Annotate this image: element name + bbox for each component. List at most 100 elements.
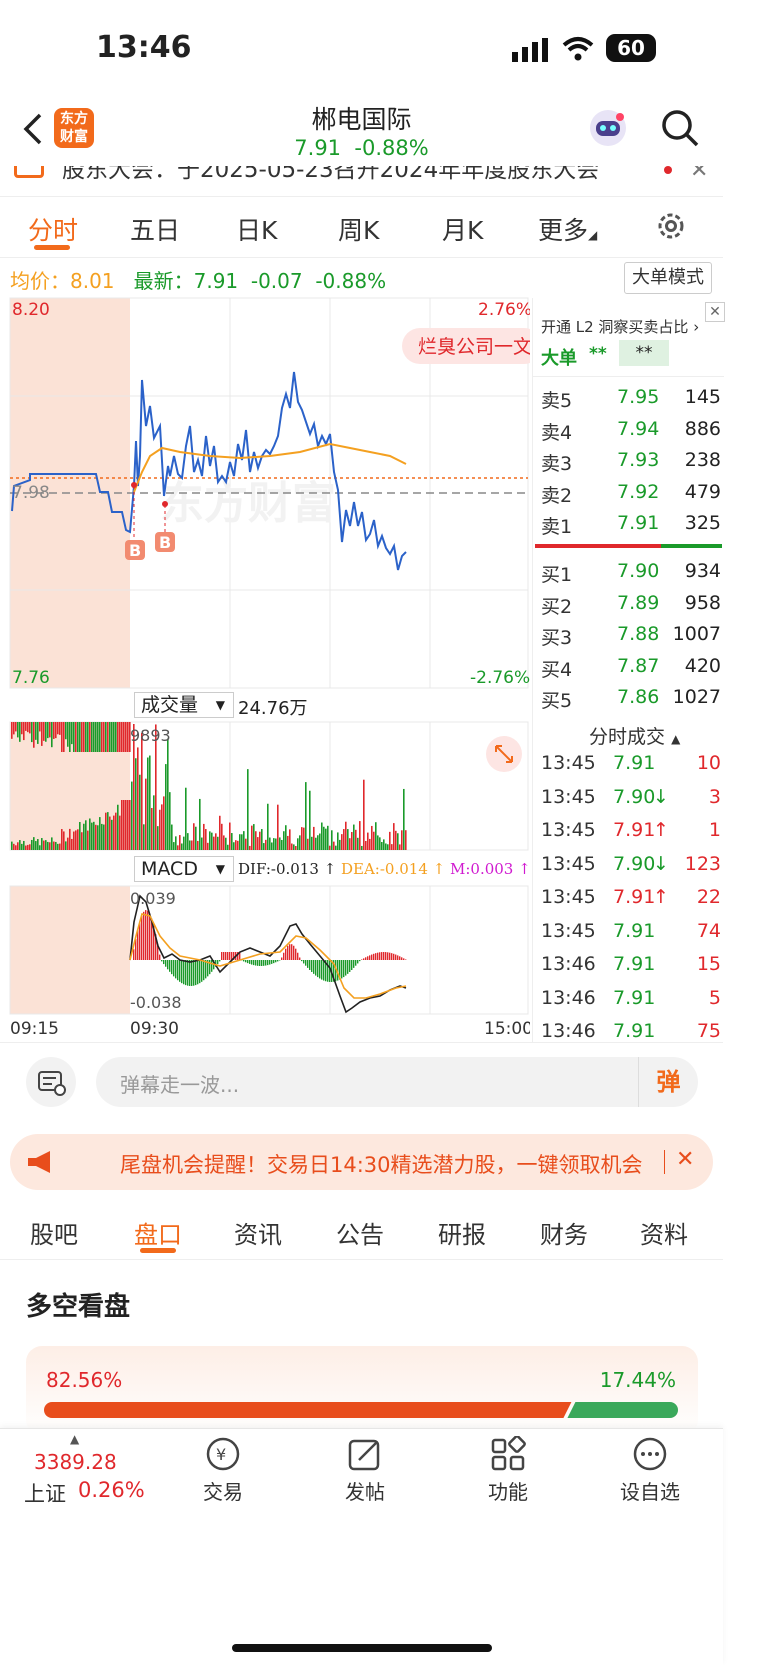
danmaku-send-label: 弹	[656, 1068, 681, 1096]
ask-row: 卖5 7.95 145	[541, 386, 741, 416]
tab-more[interactable]: 更多◢	[538, 211, 597, 247]
tab-weekly-k[interactable]: 周K	[338, 211, 379, 247]
danmaku-settings-icon[interactable]	[26, 1057, 76, 1107]
volume-bar	[97, 722, 99, 752]
volume-bar	[377, 835, 379, 850]
dea-value: DEA:-0.014	[341, 860, 428, 878]
wifi-icon	[562, 36, 594, 66]
volume-bar	[69, 722, 71, 752]
l2-promo[interactable]: 开通 L2 洞察买卖占比 ›	[541, 316, 699, 337]
tab-guba[interactable]: 股吧	[30, 1215, 78, 1250]
ask-price: 7.93	[617, 449, 660, 471]
hot-topic-text: 烂臭公司一文	[418, 336, 530, 358]
volume-bar	[65, 841, 67, 850]
latest-label: 最新：	[133, 269, 194, 293]
volume-bar	[381, 842, 383, 850]
volume-bar	[109, 816, 111, 850]
tick-row: 13:45 7.90 ↓ 123	[541, 853, 741, 883]
volume-bar	[211, 832, 213, 850]
volume-bar	[15, 722, 17, 732]
bid-row: 买1 7.90 934	[541, 560, 741, 590]
volume-bar	[325, 828, 327, 850]
notice-icon	[14, 166, 44, 178]
volume-bar	[97, 825, 99, 850]
macd-bar	[219, 960, 221, 962]
macd-bar	[353, 960, 355, 968]
volume-selector[interactable]: 成交量 ▼	[134, 692, 234, 718]
volume-bar	[39, 722, 41, 732]
tab-profile[interactable]: 资料	[640, 1215, 688, 1250]
tick-row: 13:45 7.91 10	[541, 752, 741, 782]
robot-avatar-icon[interactable]	[588, 108, 628, 152]
nav-post[interactable]: 发帖	[320, 1436, 410, 1505]
macd-bar	[391, 953, 393, 960]
close-l2-icon[interactable]: ✕	[705, 302, 725, 322]
ticks-title[interactable]: 分时成交 ▲	[589, 722, 680, 749]
volume-bar	[145, 778, 147, 850]
tab-finance[interactable]: 财务	[540, 1215, 588, 1250]
settings-icon[interactable]	[656, 211, 686, 245]
tab-intraday[interactable]: 分时	[28, 211, 78, 247]
volume-bar	[267, 803, 269, 850]
volume-bar	[21, 843, 23, 850]
notice-bar[interactable]: 股东大会：于2025-05-23召开2024年年度股东大会 ✕	[0, 166, 723, 194]
tab-announcements[interactable]: 公告	[336, 1215, 384, 1250]
index-value[interactable]: 3389.28	[34, 1450, 117, 1474]
tab-research[interactable]: 研报	[438, 1215, 486, 1250]
volume-bar	[157, 826, 159, 850]
notice-close-icon[interactable]: ✕	[690, 166, 708, 183]
volume-bar	[69, 828, 71, 850]
big-order-mode-button[interactable]: 大单模式	[624, 262, 712, 294]
volume-bar	[249, 845, 251, 850]
macd-bar	[293, 945, 295, 960]
macd-bar	[379, 952, 381, 960]
tab-pankou[interactable]: 盘口	[134, 1215, 182, 1250]
macd-bar	[225, 952, 227, 960]
sentiment-card[interactable]: 82.56% 17.44%	[26, 1346, 698, 1436]
ask-volume: 238	[684, 449, 721, 471]
time-end: 15:00	[484, 1019, 530, 1039]
volume-bar	[191, 840, 193, 850]
volume-bar	[383, 839, 385, 850]
danmaku-send-button[interactable]: 弹	[638, 1057, 698, 1107]
tab-monthly-k[interactable]: 月K	[442, 211, 483, 247]
volume-bar	[223, 835, 225, 850]
volume-bar	[75, 722, 77, 752]
macd-bar	[347, 960, 349, 974]
macd-bottom-value: -0.038	[130, 993, 182, 1012]
volume-bar	[59, 722, 61, 735]
volume-bar	[31, 722, 33, 743]
volume-bar	[315, 837, 317, 850]
tab-news[interactable]: 资讯	[234, 1215, 282, 1250]
caret-icon: ◢	[588, 228, 598, 242]
nav-trade[interactable]: ¥ 交易	[178, 1436, 268, 1505]
macd-bar	[365, 957, 367, 960]
volume-bar	[73, 831, 75, 850]
macd-bar	[227, 952, 229, 960]
tab-five-day[interactable]: 五日	[130, 211, 180, 247]
macd-selector[interactable]: MACD ▼	[134, 856, 234, 882]
tab-daily-k[interactable]: 日K	[236, 211, 277, 247]
volume-bar	[169, 792, 171, 850]
volume-bar	[113, 722, 115, 752]
nav-functions-label: 功能	[488, 1480, 528, 1504]
volume-bar	[111, 722, 113, 752]
volume-bar	[49, 842, 51, 850]
volume-bar	[55, 722, 57, 739]
volume-bar	[401, 830, 403, 850]
nav-add-watchlist[interactable]: 设自选	[605, 1436, 695, 1505]
comment-input[interactable]: 弹幕走一波... 弹	[96, 1057, 698, 1107]
nav-functions[interactable]: 功能	[463, 1436, 553, 1505]
volume-bar	[47, 722, 49, 739]
volume-bar	[101, 823, 103, 850]
search-icon[interactable]	[660, 108, 700, 152]
ask-volume: 325	[684, 512, 721, 534]
volume-bar	[237, 840, 239, 850]
volume-bar	[77, 722, 79, 752]
volume-bar	[149, 755, 151, 850]
macd-bar	[303, 960, 305, 964]
intraday-chart[interactable]: 东方财富 B B 8.20 2.76% 7.98 7.76 -2.76% 烂臭公…	[0, 296, 530, 1041]
promo-banner[interactable]: 尾盘机会提醒！交易日14:30精选潜力股，一键领取机会 ✕	[10, 1134, 713, 1190]
macd-bar	[169, 960, 171, 972]
banner-close-icon[interactable]: ✕	[676, 1147, 694, 1172]
